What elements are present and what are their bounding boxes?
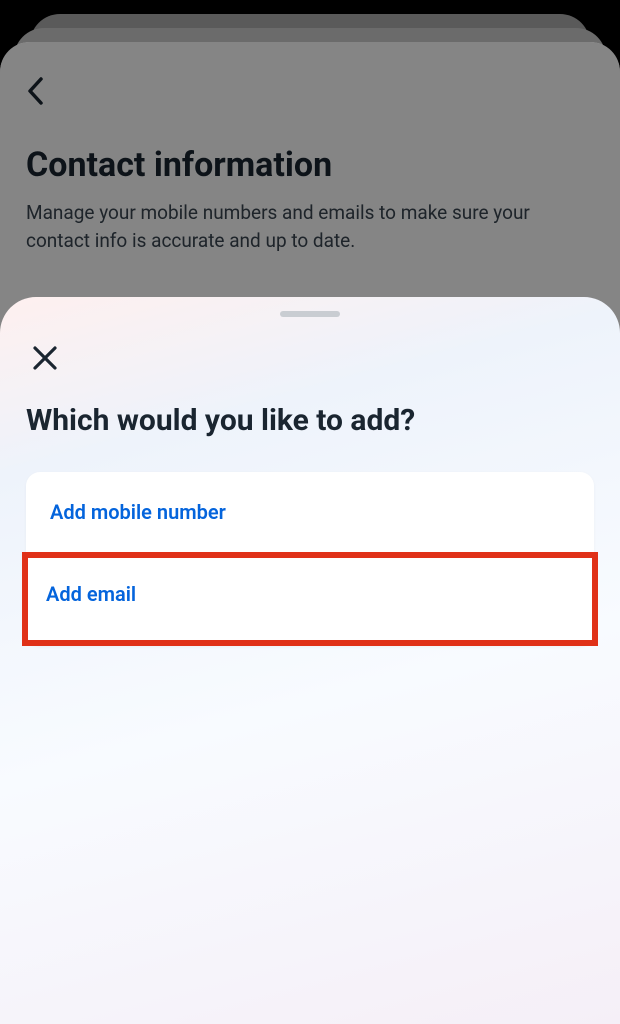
bottom-sheet: Which would you like to add? Add mobile … [0, 297, 620, 1024]
options-card: Add mobile number Add email [26, 472, 594, 646]
close-button[interactable] [32, 345, 58, 371]
sheet-title: Which would you like to add? [26, 403, 594, 438]
close-icon [32, 345, 58, 371]
add-email-option[interactable]: Add email [22, 552, 598, 646]
add-mobile-option[interactable]: Add mobile number [26, 472, 594, 552]
drag-handle[interactable] [280, 311, 340, 317]
